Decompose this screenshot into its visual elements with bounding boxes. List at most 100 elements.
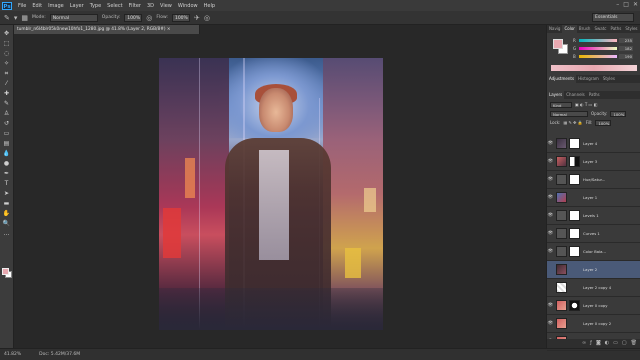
menu-window[interactable]: Window: [175, 3, 201, 9]
mask-icon[interactable]: ◙: [596, 339, 601, 348]
gradient-tool-icon[interactable]: ▤: [2, 139, 12, 148]
menu-image[interactable]: Image: [45, 3, 67, 9]
brush-tool-icon[interactable]: ✎: [2, 99, 12, 108]
tab-color[interactable]: Color: [562, 25, 577, 33]
tab-swatches[interactable]: Swatc: [592, 25, 608, 33]
visibility-eye-icon[interactable]: 👁: [547, 303, 554, 308]
menu-select[interactable]: Select: [104, 3, 125, 9]
more-tools-icon[interactable]: …: [2, 229, 12, 238]
crop-tool-icon[interactable]: ⌗: [2, 69, 12, 78]
tab-adjust-styles[interactable]: Styles: [601, 75, 617, 83]
visibility-eye-icon[interactable]: 👁: [547, 159, 554, 164]
document-tab[interactable]: tumblr_n6l4blr05k0new10hfo1_1280.jpg @ 4…: [14, 25, 200, 34]
fill-field[interactable]: 100%: [595, 119, 612, 126]
visibility-eye-icon[interactable]: 👁: [547, 249, 554, 254]
menu-view[interactable]: View: [157, 3, 175, 9]
close-button[interactable]: ✕: [633, 1, 638, 8]
red-slider[interactable]: R 235: [573, 38, 637, 43]
visibility-eye-icon[interactable]: 👁: [547, 321, 554, 326]
layer-row[interactable]: 👁 Hue/Satur...: [547, 171, 640, 189]
foreground-color-swatch[interactable]: [2, 268, 9, 275]
link-icon[interactable]: ∞: [582, 339, 586, 348]
type-tool-icon[interactable]: T: [2, 179, 12, 188]
tab-navigator[interactable]: Navig: [547, 25, 562, 33]
visibility-eye-icon[interactable]: 👁: [547, 141, 554, 146]
blur-tool-icon[interactable]: 💧: [2, 149, 12, 158]
blend-mode-select[interactable]: Normal: [550, 110, 588, 117]
zoom-tool-icon[interactable]: 🔍: [2, 219, 12, 228]
green-value[interactable]: 182: [619, 46, 633, 51]
layer-row[interactable]: 👁 Color Bala...: [547, 243, 640, 261]
airbrush-icon[interactable]: ✈: [194, 14, 200, 22]
lasso-tool-icon[interactable]: ◌: [2, 49, 12, 58]
adjustment-icon[interactable]: ◐: [605, 339, 609, 348]
filter-icons[interactable]: ▣ ◐ T ▭ ◧: [575, 102, 597, 107]
green-slider[interactable]: G 182: [573, 46, 637, 51]
menu-edit[interactable]: Edit: [29, 3, 45, 9]
visibility-eye-icon[interactable]: 👁: [547, 195, 554, 200]
panel-foreground-swatch[interactable]: [553, 39, 563, 49]
eyedropper-tool-icon[interactable]: ⁄: [2, 79, 12, 88]
layer-row[interactable]: 👁 Curves 1: [547, 225, 640, 243]
dodge-tool-icon[interactable]: ●: [2, 159, 12, 168]
menu-type[interactable]: Type: [87, 3, 104, 9]
tab-layers[interactable]: Layers: [547, 91, 565, 99]
history-brush-tool-icon[interactable]: ↺: [2, 119, 12, 128]
tab-brush[interactable]: Brush: [577, 25, 593, 33]
quick-select-tool-icon[interactable]: ✧: [2, 59, 12, 68]
flow-field[interactable]: 100%: [171, 13, 190, 22]
layer-row[interactable]: 👁 Levels 1: [547, 207, 640, 225]
pen-tool-icon[interactable]: ✒: [2, 169, 12, 178]
layer-row[interactable]: 👁 Layer 3: [547, 153, 640, 171]
red-value[interactable]: 235: [619, 38, 633, 43]
layer-row[interactable]: 👁 Layer 0 copy: [547, 297, 640, 315]
brush-preset-icon[interactable]: ▾: [14, 14, 18, 22]
eraser-tool-icon[interactable]: ▭: [2, 129, 12, 138]
red-track[interactable]: [579, 39, 617, 42]
layer-row-selected[interactable]: Layer 2: [547, 261, 640, 279]
blue-track[interactable]: [579, 55, 617, 58]
color-spectrum[interactable]: [551, 65, 637, 71]
blue-slider[interactable]: B 190: [573, 54, 637, 59]
folder-icon[interactable]: ▭: [613, 339, 618, 348]
new-layer-icon[interactable]: ▢: [622, 339, 627, 348]
clone-stamp-tool-icon[interactable]: ♙: [2, 109, 12, 118]
tab-channels[interactable]: Channels: [564, 91, 587, 99]
fx-icon[interactable]: ƒ: [590, 339, 592, 348]
layer-kind-filter[interactable]: Kind: [550, 101, 572, 108]
mode-select[interactable]: Normal: [49, 13, 98, 22]
artwork-image[interactable]: [159, 58, 383, 330]
workspace-select[interactable]: Essentials: [592, 13, 634, 22]
trash-icon[interactable]: 🗑: [631, 339, 637, 348]
pressure-opacity-icon[interactable]: ◎: [146, 14, 152, 22]
visibility-eye-icon[interactable]: 👁: [547, 231, 554, 236]
layer-row[interactable]: Layer 2 copy 4: [547, 279, 640, 297]
layer-row[interactable]: 👁 Layer 0 copy 2: [547, 315, 640, 333]
tab-adjustments[interactable]: Adjustments: [547, 75, 577, 83]
visibility-eye-icon[interactable]: 👁: [547, 177, 554, 182]
menu-filter[interactable]: Filter: [126, 3, 144, 9]
layer-opacity-field[interactable]: 100%: [610, 110, 627, 117]
layer-row[interactable]: 👁 Layer 4: [547, 135, 640, 153]
brush-tool-icon[interactable]: ✎: [4, 14, 10, 22]
maximize-button[interactable]: □: [623, 1, 629, 8]
pressure-size-icon[interactable]: ◎: [204, 14, 210, 22]
marquee-tool-icon[interactable]: ⬚: [2, 39, 12, 48]
zoom-level[interactable]: 41.82%: [4, 352, 21, 357]
visibility-eye-icon[interactable]: 👁: [547, 213, 554, 218]
hand-tool-icon[interactable]: ✋: [2, 209, 12, 218]
canvas-area[interactable]: [14, 34, 546, 348]
tab-paths[interactable]: Paths: [609, 25, 624, 33]
path-select-tool-icon[interactable]: ➤: [2, 189, 12, 198]
blue-value[interactable]: 190: [619, 54, 633, 59]
menu-layer[interactable]: Layer: [67, 3, 87, 9]
tab-histogram[interactable]: Histogram: [576, 75, 601, 83]
menu-3d[interactable]: 3D: [144, 3, 157, 9]
layer-row[interactable]: 👁 Layer 1: [547, 189, 640, 207]
brush-panel-icon[interactable]: ▦: [21, 14, 28, 22]
menu-file[interactable]: File: [15, 3, 29, 9]
move-tool-icon[interactable]: ✥: [2, 29, 12, 38]
minimize-button[interactable]: –: [616, 1, 619, 8]
green-track[interactable]: [579, 47, 617, 50]
opacity-field[interactable]: 100%: [124, 13, 143, 22]
